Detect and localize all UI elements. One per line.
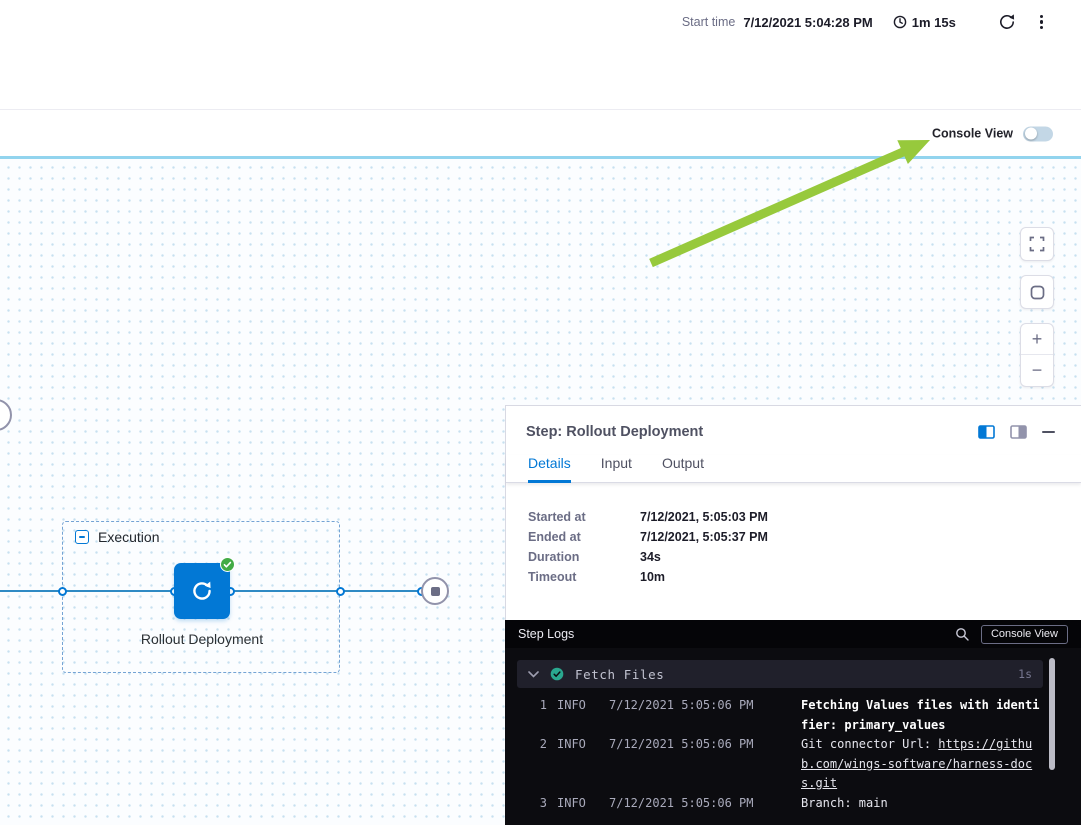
- tab-input[interactable]: Input: [601, 455, 632, 482]
- search-icon: [955, 627, 969, 641]
- end-node: [421, 577, 449, 605]
- step-details-panel: Step: Rollout Deployment Details Input O…: [505, 405, 1081, 620]
- console-view-toggle[interactable]: [1023, 126, 1053, 141]
- start-time-label: Start time: [682, 15, 736, 29]
- log-line-number: 3: [517, 794, 547, 814]
- clock-icon: [893, 15, 907, 29]
- minimize-icon: [1042, 431, 1055, 433]
- log-message: Git connector Url: https://github.com/wi…: [801, 735, 1043, 794]
- split-view-right-icon[interactable]: [1010, 425, 1027, 439]
- minimize-panel-button[interactable]: [1042, 431, 1055, 433]
- detail-value: 34s: [640, 551, 1059, 564]
- toggle-knob: [1025, 128, 1037, 140]
- detail-value: 10m: [640, 571, 1059, 584]
- execution-group-label: Execution: [98, 529, 159, 545]
- refresh-button[interactable]: [998, 13, 1016, 31]
- node-label: Rollout Deployment: [132, 628, 272, 650]
- top-bar: Start time 7/12/2021 5:04:28 PM 1m 15s: [0, 0, 1081, 110]
- console-view-bar: Console View: [0, 111, 1081, 156]
- success-badge: [220, 557, 235, 572]
- more-options-button[interactable]: [1036, 13, 1047, 32]
- logs-body[interactable]: Fetch Files 1s 1 INFO 7/12/2021 5:05:06 …: [505, 648, 1081, 825]
- detail-label: Ended at: [528, 531, 640, 544]
- zoom-out-button[interactable]: −: [1021, 355, 1053, 386]
- start-time-value: 7/12/2021 5:04:28 PM: [743, 15, 872, 30]
- step-logs-title: Step Logs: [518, 627, 574, 641]
- detail-value: 7/12/2021, 5:05:37 PM: [640, 531, 1059, 544]
- rollout-icon: [189, 578, 215, 604]
- log-line: 1 INFO 7/12/2021 5:05:06 PM Fetching Val…: [517, 696, 1043, 735]
- log-search-button[interactable]: [955, 627, 969, 641]
- logs-console-view-button[interactable]: Console View: [981, 625, 1068, 644]
- detail-label: Started at: [528, 511, 640, 524]
- detail-value: 7/12/2021, 5:05:03 PM: [640, 511, 1059, 524]
- detail-label: Duration: [528, 551, 640, 564]
- log-message: Fetching Values files with identifier: p…: [801, 696, 1043, 735]
- canvas-controls: + −: [1020, 227, 1054, 387]
- clipped-start-node: [0, 399, 12, 431]
- step-logs-panel: Step Logs Console View Fetch Files 1s 1 …: [505, 620, 1081, 825]
- rollout-deployment-node[interactable]: [174, 563, 230, 619]
- check-icon: [223, 560, 232, 569]
- fit-view-icon: [1030, 285, 1045, 300]
- fit-to-view-button[interactable]: [1020, 275, 1054, 309]
- console-view-label: Console View: [932, 127, 1013, 141]
- execution-meta: Start time 7/12/2021 5:04:28 PM 1m 15s: [682, 10, 1047, 34]
- log-section-title: Fetch Files: [575, 667, 664, 682]
- log-message-text: Git connector Url:: [801, 737, 938, 751]
- fullscreen-icon: [1029, 236, 1045, 252]
- chevron-down-icon: [528, 671, 539, 678]
- elapsed-time-value: 1m 15s: [912, 15, 956, 30]
- tab-details[interactable]: Details: [528, 455, 571, 483]
- step-panel-title: Step: Rollout Deployment: [526, 424, 703, 440]
- edge-port: [336, 587, 345, 596]
- log-level: INFO: [557, 794, 599, 814]
- step-panel-tabs: Details Input Output: [506, 455, 1081, 482]
- log-line: 2 INFO 7/12/2021 5:05:06 PM Git connecto…: [517, 735, 1043, 794]
- zoom-in-button[interactable]: +: [1021, 324, 1053, 355]
- step-details-list: Started at 7/12/2021, 5:05:03 PM Ended a…: [506, 483, 1081, 584]
- log-line-number: 2: [517, 735, 547, 794]
- log-message: Branch: main: [801, 794, 1043, 814]
- edge-port: [58, 587, 67, 596]
- log-line: 3 INFO 7/12/2021 5:05:06 PM Branch: main: [517, 794, 1043, 814]
- log-line-number: 1: [517, 696, 547, 735]
- log-timestamp: 7/12/2021 5:05:06 PM: [609, 735, 791, 794]
- tab-output[interactable]: Output: [662, 455, 704, 482]
- elapsed-time: 1m 15s: [893, 15, 956, 30]
- log-section-duration: 1s: [1018, 667, 1032, 681]
- log-timestamp: 7/12/2021 5:05:06 PM: [609, 794, 791, 814]
- collapse-group-icon[interactable]: [75, 530, 89, 544]
- detail-label: Timeout: [528, 571, 640, 584]
- log-section-header[interactable]: Fetch Files 1s: [517, 660, 1043, 688]
- log-level: INFO: [557, 735, 599, 794]
- log-level: INFO: [557, 696, 599, 735]
- split-view-left-icon[interactable]: [978, 425, 995, 439]
- log-timestamp: 7/12/2021 5:05:06 PM: [609, 696, 791, 735]
- refresh-icon: [998, 13, 1016, 31]
- fullscreen-button[interactable]: [1020, 227, 1054, 261]
- logs-scrollbar[interactable]: [1049, 658, 1055, 770]
- step-success-icon: [550, 667, 564, 681]
